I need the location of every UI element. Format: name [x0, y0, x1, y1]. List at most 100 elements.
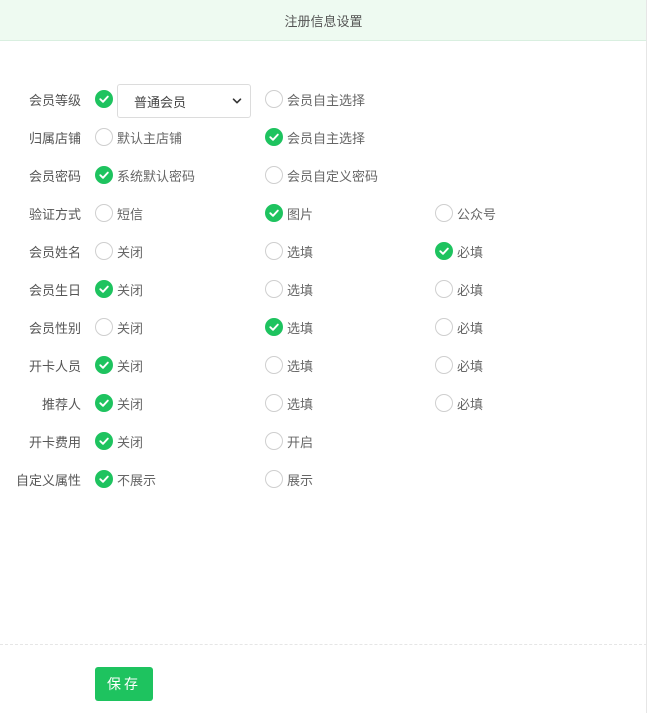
radio-option[interactable]: 开启 [265, 422, 313, 460]
radio-unchecked[interactable] [265, 356, 283, 374]
radio-option-label: 选填 [287, 321, 314, 337]
radio-checked[interactable] [95, 166, 113, 184]
setting-label: 开卡费用 [28, 435, 81, 451]
setting-row: 会员性别 关闭 选填 必填 [0, 308, 647, 346]
radio-option[interactable]: 关闭 [95, 422, 143, 460]
radio-option[interactable]: 必填 [435, 270, 483, 308]
radio-checked[interactable] [95, 356, 113, 374]
radio-option[interactable]: 会员自主选择 [265, 118, 365, 156]
radio-checked[interactable] [435, 242, 453, 260]
radio-option-label: 必填 [457, 245, 484, 261]
radio-option-label: 开启 [287, 435, 314, 451]
footer-divider [0, 644, 647, 645]
radio-option-label: 会员自主选择 [287, 131, 366, 147]
save-button[interactable]: 保存 [95, 667, 153, 701]
radio-checked[interactable] [95, 280, 113, 298]
radio-unchecked[interactable] [265, 432, 283, 450]
radio-option[interactable]: 关闭 [95, 270, 143, 308]
radio-unchecked[interactable] [265, 280, 283, 298]
radio-option[interactable]: 会员自主选择 [265, 80, 365, 118]
radio-option[interactable]: 必填 [435, 346, 483, 384]
radio-unchecked[interactable] [435, 280, 453, 298]
radio-option-label: 展示 [287, 473, 314, 489]
radio-option[interactable]: 必填 [435, 384, 483, 422]
radio-checked[interactable] [95, 470, 113, 488]
radio-option-label: 会员自定义密码 [287, 169, 379, 185]
setting-row: 会员等级 会员自主选择 普通会员 [0, 80, 647, 118]
radio-option-label: 选填 [287, 359, 314, 375]
radio-option[interactable]: 关闭 [95, 346, 143, 384]
check-icon [269, 209, 279, 217]
radio-unchecked[interactable] [265, 166, 283, 184]
radio-unchecked[interactable] [435, 356, 453, 374]
radio-checked[interactable] [95, 432, 113, 450]
radio-unchecked[interactable] [265, 394, 283, 412]
radio-option[interactable]: 图片 [265, 194, 313, 232]
radio-option[interactable]: 短信 [95, 194, 143, 232]
chevron-down-icon [232, 96, 242, 106]
setting-label: 推荐人 [41, 397, 81, 413]
radio-option-label: 关闭 [117, 321, 144, 337]
radio-option[interactable]: 展示 [265, 460, 313, 498]
radio-option-label: 必填 [457, 359, 484, 375]
radio-option[interactable]: 系统默认密码 [95, 156, 195, 194]
radio-checked[interactable] [265, 128, 283, 146]
radio-option[interactable]: 默认主店铺 [95, 118, 182, 156]
radio-checked[interactable] [95, 90, 113, 108]
setting-row: 推荐人 关闭 选填 必填 [0, 384, 647, 422]
radio-option[interactable]: 必填 [435, 308, 483, 346]
radio-checked[interactable] [265, 318, 283, 336]
setting-row: 会员生日 关闭 选填 必填 [0, 270, 647, 308]
radio-unchecked[interactable] [95, 242, 113, 260]
setting-label: 会员性别 [28, 321, 81, 337]
radio-unchecked[interactable] [95, 318, 113, 336]
radio-option[interactable]: 关闭 [95, 308, 143, 346]
radio-unchecked[interactable] [265, 242, 283, 260]
radio-unchecked[interactable] [265, 470, 283, 488]
radio-option-label: 会员自主选择 [287, 93, 366, 109]
radio-unchecked[interactable] [95, 204, 113, 222]
check-icon [99, 285, 109, 293]
check-icon [99, 95, 109, 103]
check-icon [99, 475, 109, 483]
radio-option[interactable]: 不展示 [95, 460, 156, 498]
radio-option[interactable]: 会员自定义密码 [265, 156, 378, 194]
radio-unchecked[interactable] [95, 128, 113, 146]
radio-option-label: 短信 [117, 207, 144, 223]
radio-checked[interactable] [95, 394, 113, 412]
setting-label: 验证方式 [28, 207, 81, 223]
radio-option[interactable] [95, 80, 113, 118]
setting-label: 自定义属性 [15, 473, 81, 489]
check-icon [269, 133, 279, 141]
radio-option[interactable]: 选填 [265, 384, 313, 422]
radio-option[interactable]: 关闭 [95, 232, 143, 270]
radio-option-label: 选填 [287, 283, 314, 299]
setting-row: 验证方式 短信 图片 公众号 [0, 194, 647, 232]
radio-option[interactable]: 选填 [265, 308, 313, 346]
setting-row: 开卡费用 关闭 开启 [0, 422, 647, 460]
radio-option[interactable]: 关闭 [95, 384, 143, 422]
radio-option-label: 不展示 [117, 473, 157, 489]
radio-option[interactable]: 选填 [265, 346, 313, 384]
page-title: 注册信息设置 [284, 14, 363, 30]
setting-label: 会员等级 [28, 93, 81, 109]
radio-unchecked[interactable] [435, 318, 453, 336]
radio-option-label: 关闭 [117, 359, 144, 375]
radio-option-label: 默认主店铺 [117, 131, 183, 147]
setting-label: 会员密码 [28, 169, 81, 185]
radio-unchecked[interactable] [435, 394, 453, 412]
page-header: 注册信息设置 [0, 0, 647, 41]
radio-option[interactable]: 公众号 [435, 194, 496, 232]
radio-option[interactable]: 选填 [265, 270, 313, 308]
radio-option[interactable]: 必填 [435, 232, 483, 270]
radio-checked[interactable] [265, 204, 283, 222]
radio-option-label: 选填 [287, 397, 314, 413]
radio-unchecked[interactable] [265, 90, 283, 108]
member-level-select[interactable]: 普通会员 [117, 84, 251, 118]
radio-option-label: 必填 [457, 283, 484, 299]
radio-option-label: 关闭 [117, 283, 144, 299]
radio-option[interactable]: 选填 [265, 232, 313, 270]
setting-row: 会员姓名 关闭 选填 必填 [0, 232, 647, 270]
radio-unchecked[interactable] [435, 204, 453, 222]
radio-option-label: 系统默认密码 [117, 169, 196, 185]
